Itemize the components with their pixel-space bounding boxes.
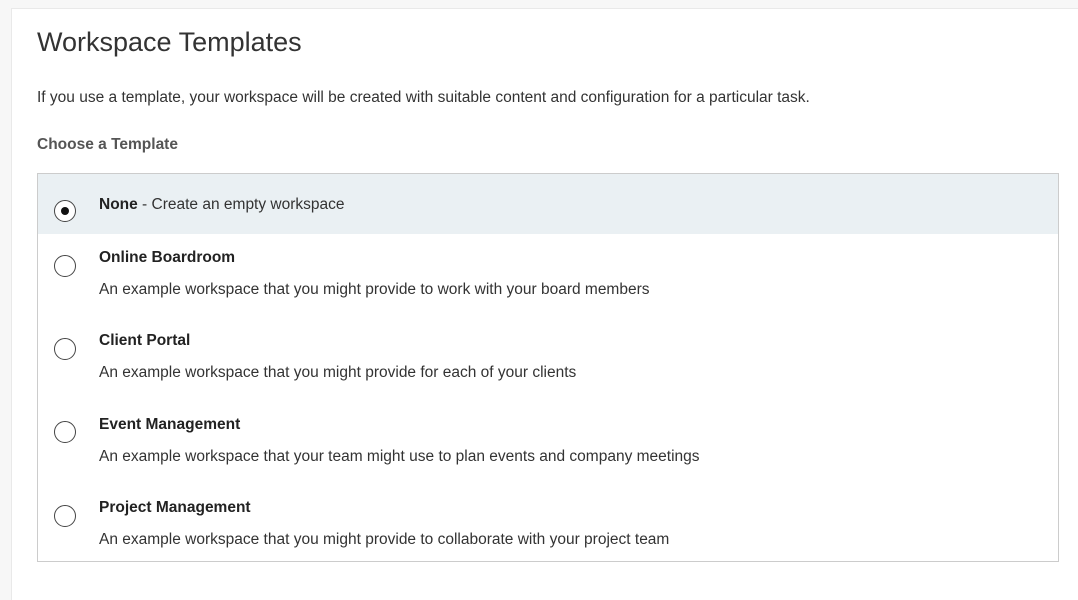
- template-desc-online-boardroom: An example workspace that you might prov…: [99, 281, 650, 298]
- template-desc-event-management: An example workspace that your team migh…: [99, 448, 700, 465]
- template-option-event-management[interactable]: Event Management An example workspace th…: [38, 400, 1058, 483]
- radio-selected-dot: [60, 206, 69, 215]
- intro-text: If you use a template, your workspace wi…: [37, 89, 810, 106]
- template-option-online-boardroom[interactable]: Online Boardroom An example workspace th…: [38, 234, 1058, 316]
- radio-online-boardroom[interactable]: [54, 255, 76, 277]
- template-desc-project-management: An example workspace that you might prov…: [99, 531, 670, 548]
- choose-template-label: Choose a Template: [37, 136, 178, 153]
- template-desc-client-portal: An example workspace that you might prov…: [99, 364, 577, 381]
- template-name-event-management: Event Management: [99, 416, 241, 433]
- template-option-none[interactable]: None - Create an empty workspace: [38, 174, 1058, 234]
- template-desc-none: Create an empty workspace: [151, 196, 345, 213]
- template-name-online-boardroom: Online Boardroom: [99, 249, 236, 266]
- template-name-none: None: [99, 196, 138, 213]
- radio-event-management[interactable]: [54, 421, 76, 443]
- radio-client-portal[interactable]: [54, 338, 76, 360]
- template-title-none: None - Create an empty workspace: [99, 196, 345, 214]
- template-options-list: None - Create an empty workspace Online …: [37, 173, 1059, 562]
- page-title: Workspace Templates: [37, 27, 302, 57]
- radio-project-management[interactable]: [54, 505, 76, 527]
- template-option-client-portal[interactable]: Client Portal An example workspace that …: [38, 316, 1058, 400]
- workspace-templates-panel: Workspace Templates If you use a templat…: [11, 8, 1078, 600]
- radio-none[interactable]: [54, 200, 76, 222]
- template-name-project-management: Project Management: [99, 499, 251, 516]
- template-separator: -: [137, 196, 152, 213]
- template-option-project-management[interactable]: Project Management An example workspace …: [38, 483, 1058, 561]
- template-name-client-portal: Client Portal: [99, 332, 191, 349]
